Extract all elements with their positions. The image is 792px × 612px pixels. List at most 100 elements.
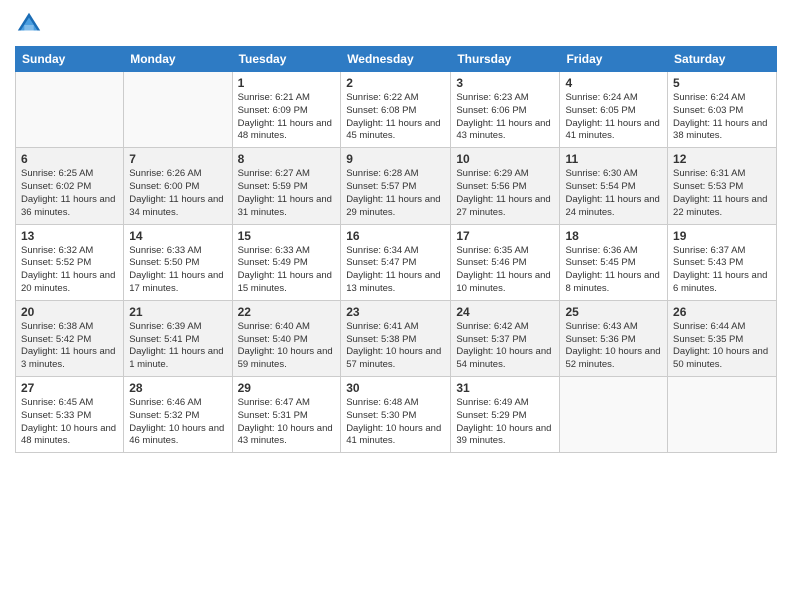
- day-number: 16: [346, 229, 445, 243]
- day-number: 20: [21, 305, 118, 319]
- calendar-cell: 13 Sunrise: 6:32 AM Sunset: 5:52 PM Dayli…: [16, 224, 124, 300]
- day-info: Sunrise: 6:25 AM Sunset: 6:02 PM Dayligh…: [21, 168, 118, 219]
- day-number: 13: [21, 229, 118, 243]
- calendar-header-friday: Friday: [560, 47, 668, 72]
- calendar-cell: 9 Sunrise: 6:28 AM Sunset: 5:57 PM Daylig…: [341, 148, 451, 224]
- day-info: Sunrise: 6:24 AM Sunset: 6:05 PM Dayligh…: [565, 92, 662, 143]
- day-number: 21: [129, 305, 226, 319]
- calendar-cell: 7 Sunrise: 6:26 AM Sunset: 6:00 PM Daylig…: [124, 148, 232, 224]
- calendar-cell: 12 Sunrise: 6:31 AM Sunset: 5:53 PM Dayli…: [668, 148, 777, 224]
- day-info: Sunrise: 6:48 AM Sunset: 5:30 PM Dayligh…: [346, 397, 445, 448]
- day-number: 7: [129, 152, 226, 166]
- calendar-cell: [124, 72, 232, 148]
- calendar-cell: 22 Sunrise: 6:40 AM Sunset: 5:40 PM Dayli…: [232, 300, 341, 376]
- day-number: 11: [565, 152, 662, 166]
- day-number: 5: [673, 76, 771, 90]
- calendar-cell: 18Sunrise: 6:36 AM Sunset: 5:45 PM Dayli…: [560, 224, 668, 300]
- header: [15, 10, 777, 38]
- calendar-header-tuesday: Tuesday: [232, 47, 341, 72]
- day-info: Sunrise: 6:35 AM Sunset: 5:46 PM Dayligh…: [456, 245, 554, 296]
- calendar-week-row: 1 Sunrise: 6:21 AM Sunset: 6:09 PM Daylig…: [16, 72, 777, 148]
- calendar-cell: 31 Sunrise: 6:49 AM Sunset: 5:29 PM Dayli…: [451, 377, 560, 453]
- day-number: 30: [346, 381, 445, 395]
- day-info: Sunrise: 6:31 AM Sunset: 5:53 PM Dayligh…: [673, 168, 771, 219]
- day-info: Sunrise: 6:27 AM Sunset: 5:59 PM Dayligh…: [238, 168, 336, 219]
- day-number: 18: [565, 229, 662, 243]
- day-number: 10: [456, 152, 554, 166]
- day-number: 26: [673, 305, 771, 319]
- calendar-cell: 8 Sunrise: 6:27 AM Sunset: 5:59 PM Daylig…: [232, 148, 341, 224]
- day-number: 23: [346, 305, 445, 319]
- day-info: Sunrise: 6:42 AM Sunset: 5:37 PM Dayligh…: [456, 321, 554, 372]
- day-info: Sunrise: 6:38 AM Sunset: 5:42 PM Dayligh…: [21, 321, 118, 372]
- day-info: Sunrise: 6:32 AM Sunset: 5:52 PM Dayligh…: [21, 245, 118, 296]
- day-number: 15: [238, 229, 336, 243]
- logo: [15, 10, 49, 38]
- day-info: Sunrise: 6:49 AM Sunset: 5:29 PM Dayligh…: [456, 397, 554, 448]
- calendar-header-monday: Monday: [124, 47, 232, 72]
- calendar-header-sunday: Sunday: [16, 47, 124, 72]
- day-info: Sunrise: 6:24 AM Sunset: 6:03 PM Dayligh…: [673, 92, 771, 143]
- calendar-cell: 27 Sunrise: 6:45 AM Sunset: 5:33 PM Dayli…: [16, 377, 124, 453]
- calendar-cell: 21 Sunrise: 6:39 AM Sunset: 5:41 PM Dayli…: [124, 300, 232, 376]
- day-number: 19: [673, 229, 771, 243]
- calendar-cell: 25 Sunrise: 6:43 AM Sunset: 5:36 PM Dayli…: [560, 300, 668, 376]
- day-number: 22: [238, 305, 336, 319]
- day-info: Sunrise: 6:34 AM Sunset: 5:47 PM Dayligh…: [346, 245, 445, 296]
- day-number: 17: [456, 229, 554, 243]
- day-info: Sunrise: 6:33 AM Sunset: 5:50 PM Dayligh…: [129, 245, 226, 296]
- day-info: Sunrise: 6:41 AM Sunset: 5:38 PM Dayligh…: [346, 321, 445, 372]
- day-number: 4: [565, 76, 662, 90]
- day-info: Sunrise: 6:22 AM Sunset: 6:08 PM Dayligh…: [346, 92, 445, 143]
- day-info: Sunrise: 6:46 AM Sunset: 5:32 PM Dayligh…: [129, 397, 226, 448]
- day-info: Sunrise: 6:23 AM Sunset: 6:06 PM Dayligh…: [456, 92, 554, 143]
- calendar-cell: 11 Sunrise: 6:30 AM Sunset: 5:54 PM Dayli…: [560, 148, 668, 224]
- day-number: 8: [238, 152, 336, 166]
- day-number: 27: [21, 381, 118, 395]
- day-info: Sunrise: 6:44 AM Sunset: 5:35 PM Dayligh…: [673, 321, 771, 372]
- calendar-table: SundayMondayTuesdayWednesdayThursdayFrid…: [15, 46, 777, 453]
- page: SundayMondayTuesdayWednesdayThursdayFrid…: [0, 0, 792, 612]
- calendar-cell: 30 Sunrise: 6:48 AM Sunset: 5:30 PM Dayli…: [341, 377, 451, 453]
- calendar-cell: 28 Sunrise: 6:46 AM Sunset: 5:32 PM Dayli…: [124, 377, 232, 453]
- calendar-header-saturday: Saturday: [668, 47, 777, 72]
- calendar-week-row: 20 Sunrise: 6:38 AM Sunset: 5:42 PM Dayli…: [16, 300, 777, 376]
- day-info: Sunrise: 6:29 AM Sunset: 5:56 PM Dayligh…: [456, 168, 554, 219]
- day-number: 28: [129, 381, 226, 395]
- day-info: Sunrise: 6:40 AM Sunset: 5:40 PM Dayligh…: [238, 321, 336, 372]
- calendar-cell: 10 Sunrise: 6:29 AM Sunset: 5:56 PM Dayli…: [451, 148, 560, 224]
- calendar-cell: 29 Sunrise: 6:47 AM Sunset: 5:31 PM Dayli…: [232, 377, 341, 453]
- calendar-cell: 1 Sunrise: 6:21 AM Sunset: 6:09 PM Daylig…: [232, 72, 341, 148]
- day-info: Sunrise: 6:28 AM Sunset: 5:57 PM Dayligh…: [346, 168, 445, 219]
- day-number: 12: [673, 152, 771, 166]
- day-info: Sunrise: 6:45 AM Sunset: 5:33 PM Dayligh…: [21, 397, 118, 448]
- calendar-cell: 26 Sunrise: 6:44 AM Sunset: 5:35 PM Dayli…: [668, 300, 777, 376]
- day-info: Sunrise: 6:21 AM Sunset: 6:09 PM Dayligh…: [238, 92, 336, 143]
- day-number: 1: [238, 76, 336, 90]
- calendar-cell: 6Sunrise: 6:25 AM Sunset: 6:02 PM Daylig…: [16, 148, 124, 224]
- calendar-cell: 2Sunrise: 6:22 AM Sunset: 6:08 PM Daylig…: [341, 72, 451, 148]
- day-number: 9: [346, 152, 445, 166]
- day-info: Sunrise: 6:39 AM Sunset: 5:41 PM Dayligh…: [129, 321, 226, 372]
- day-number: 14: [129, 229, 226, 243]
- calendar-cell: 19Sunrise: 6:37 AM Sunset: 5:43 PM Dayli…: [668, 224, 777, 300]
- calendar-cell: 5 Sunrise: 6:24 AM Sunset: 6:03 PM Daylig…: [668, 72, 777, 148]
- logo-icon: [15, 10, 43, 38]
- calendar-cell: 16 Sunrise: 6:34 AM Sunset: 5:47 PM Dayli…: [341, 224, 451, 300]
- calendar-cell: 15Sunrise: 6:33 AM Sunset: 5:49 PM Dayli…: [232, 224, 341, 300]
- calendar-cell: 3Sunrise: 6:23 AM Sunset: 6:06 PM Daylig…: [451, 72, 560, 148]
- day-number: 25: [565, 305, 662, 319]
- calendar-cell: 24Sunrise: 6:42 AM Sunset: 5:37 PM Dayli…: [451, 300, 560, 376]
- calendar-cell: 20 Sunrise: 6:38 AM Sunset: 5:42 PM Dayli…: [16, 300, 124, 376]
- day-info: Sunrise: 6:47 AM Sunset: 5:31 PM Dayligh…: [238, 397, 336, 448]
- calendar-week-row: 13 Sunrise: 6:32 AM Sunset: 5:52 PM Dayli…: [16, 224, 777, 300]
- day-number: 29: [238, 381, 336, 395]
- day-info: Sunrise: 6:30 AM Sunset: 5:54 PM Dayligh…: [565, 168, 662, 219]
- day-info: Sunrise: 6:26 AM Sunset: 6:00 PM Dayligh…: [129, 168, 226, 219]
- calendar-cell: 23 Sunrise: 6:41 AM Sunset: 5:38 PM Dayli…: [341, 300, 451, 376]
- calendar-cell: 4 Sunrise: 6:24 AM Sunset: 6:05 PM Daylig…: [560, 72, 668, 148]
- calendar-header-row: SundayMondayTuesdayWednesdayThursdayFrid…: [16, 47, 777, 72]
- calendar-week-row: 27 Sunrise: 6:45 AM Sunset: 5:33 PM Dayli…: [16, 377, 777, 453]
- day-number: 31: [456, 381, 554, 395]
- day-info: Sunrise: 6:43 AM Sunset: 5:36 PM Dayligh…: [565, 321, 662, 372]
